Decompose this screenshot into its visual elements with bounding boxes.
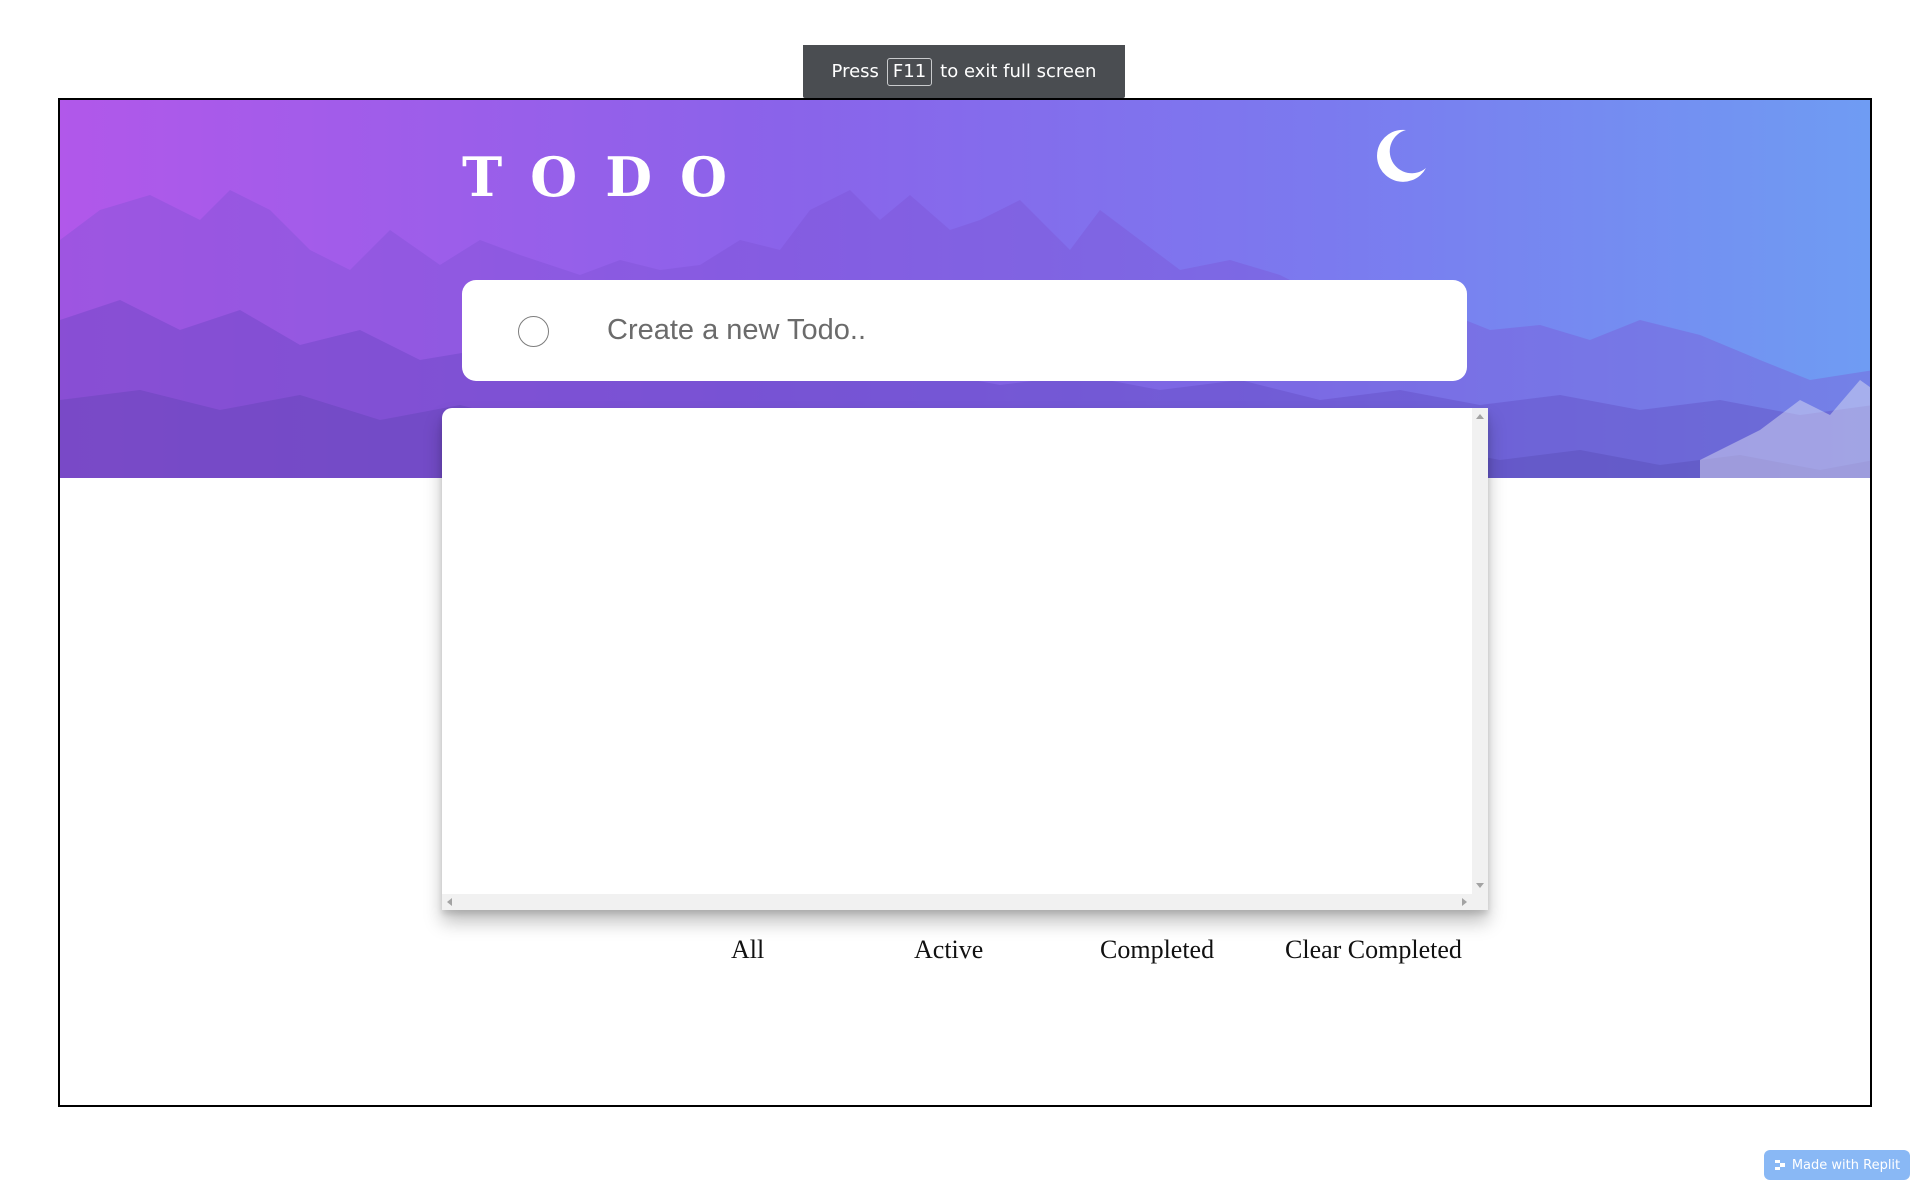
scroll-up-arrow-icon[interactable]: [1476, 414, 1484, 419]
badge-label: Made with Replit: [1791, 1157, 1901, 1173]
replit-logo-icon: [1774, 1160, 1785, 1170]
horizontal-scrollbar[interactable]: [442, 894, 1472, 910]
app-title: TODO: [462, 145, 756, 209]
theme-toggle-button[interactable]: [1366, 124, 1430, 188]
todo-list[interactable]: [442, 408, 1488, 910]
filter-completed[interactable]: Completed: [1100, 935, 1214, 965]
new-todo-bar: [462, 280, 1467, 381]
app-frame: TODO All Active Completed Clear Complete…: [58, 98, 1872, 1107]
filter-active[interactable]: Active: [914, 935, 983, 965]
filter-all[interactable]: All: [731, 935, 764, 965]
fullscreen-notice-suffix: to exit full screen: [940, 61, 1097, 82]
moon-icon: [1377, 129, 1426, 182]
vertical-scrollbar[interactable]: [1472, 408, 1488, 894]
made-with-replit-badge[interactable]: Made with Replit: [1764, 1150, 1910, 1180]
scroll-down-arrow-icon[interactable]: [1476, 883, 1484, 888]
scroll-right-arrow-icon[interactable]: [1462, 898, 1467, 906]
new-todo-input[interactable]: [607, 302, 1427, 358]
fullscreen-notice-key: F11: [886, 57, 933, 86]
clear-completed-button[interactable]: Clear Completed: [1285, 935, 1462, 965]
new-todo-check-circle[interactable]: [518, 316, 549, 347]
fullscreen-notice: Press F11 to exit full screen: [803, 45, 1125, 98]
scrollbar-corner: [1472, 894, 1488, 910]
fullscreen-notice-prefix: Press: [831, 61, 879, 82]
filter-bar: All Active Completed Clear Completed: [60, 935, 1870, 975]
scroll-left-arrow-icon[interactable]: [447, 898, 452, 906]
